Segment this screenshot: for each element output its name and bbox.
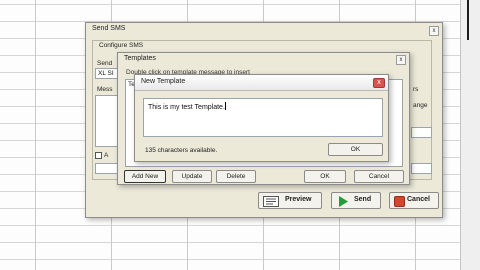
- send-sms-title: Send SMS: [92, 25, 126, 32]
- send-label: Send: [354, 196, 372, 203]
- a-checkbox[interactable]: [95, 152, 102, 159]
- text-cursor: [224, 102, 226, 110]
- right-label-1: rs: [413, 86, 419, 93]
- templates-title: Templates: [124, 55, 156, 62]
- add-new-button[interactable]: Add New: [124, 170, 166, 183]
- send-sms-close-button[interactable]: x: [429, 26, 439, 36]
- right-field[interactable]: [411, 127, 432, 138]
- cancel-icon: [394, 196, 405, 209]
- play-icon: [338, 196, 348, 209]
- template-text-value: This is my test Template.: [148, 104, 225, 111]
- templates-cancel-button[interactable]: Cancel: [354, 170, 404, 183]
- send-from-select[interactable]: XL SI: [95, 68, 119, 79]
- send-from-label: Send: [97, 60, 113, 67]
- configure-sms-label: Configure SMS: [97, 42, 146, 49]
- new-template-title: New Template: [141, 78, 186, 85]
- template-text-input[interactable]: This is my test Template.: [143, 98, 383, 137]
- new-template-close-button[interactable]: x: [373, 78, 385, 88]
- right-label-2: ange: [413, 102, 428, 109]
- right-bottom-field[interactable]: [411, 163, 432, 174]
- templates-ok-button[interactable]: OK: [304, 170, 346, 183]
- preview-label: Preview: [285, 196, 312, 203]
- new-template-ok-button[interactable]: OK: [328, 143, 383, 156]
- window-edge-line: [467, 0, 469, 40]
- templates-close-button[interactable]: x: [396, 55, 406, 65]
- preview-icon: [263, 196, 279, 209]
- characters-available: 135 characters available.: [145, 147, 218, 154]
- cancel-button[interactable]: Cancel: [389, 192, 439, 209]
- templates-titlebar[interactable]: Templates x: [118, 53, 409, 67]
- send-button[interactable]: Send: [331, 192, 381, 209]
- cancel-label: Cancel: [407, 196, 430, 203]
- send-sms-titlebar[interactable]: Send SMS x: [86, 23, 442, 37]
- message-label: Mess: [97, 86, 113, 93]
- delete-button[interactable]: Delete: [216, 170, 256, 183]
- window-edge-strip: [460, 0, 480, 270]
- new-template-dialog: New Template x This is my test Template.…: [134, 74, 389, 162]
- preview-button[interactable]: Preview: [258, 192, 322, 209]
- update-button[interactable]: Update: [172, 170, 212, 183]
- a-checkbox-label: A: [104, 152, 109, 159]
- new-template-titlebar[interactable]: New Template x: [135, 75, 388, 91]
